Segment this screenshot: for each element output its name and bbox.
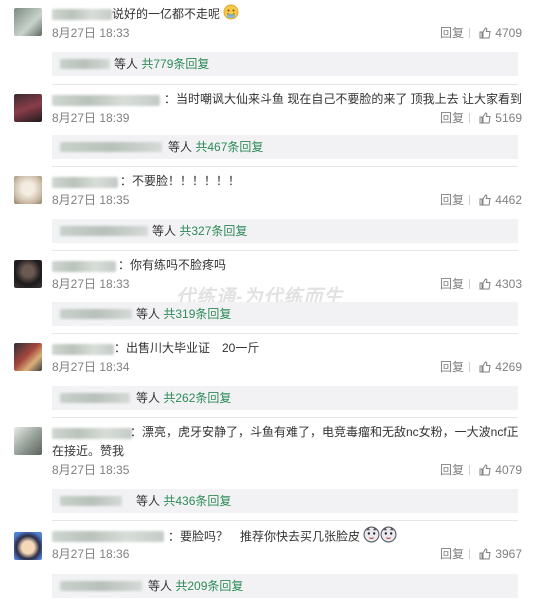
- like-button[interactable]: 4462: [479, 192, 522, 208]
- like-button[interactable]: 4709: [479, 25, 522, 41]
- separator: [469, 28, 470, 38]
- sub-reply-count[interactable]: 共209条回复: [175, 579, 243, 593]
- thumbs-up-icon: [479, 548, 491, 560]
- avatar[interactable]: [14, 260, 42, 288]
- like-count: 4462: [495, 193, 522, 207]
- like-button[interactable]: 3967: [479, 546, 522, 562]
- sub-replies-box[interactable]: 等人 共319条回复: [52, 302, 518, 326]
- comment-text: ：当时嘲讽大仙来斗鱼 现在自己不要脸的来了 顶我上去 让大家看到: [164, 92, 523, 106]
- comment-date: 8月27日 18:39: [52, 111, 130, 125]
- sub-reply-count[interactable]: 共319条回复: [163, 307, 231, 321]
- divider: [52, 250, 518, 251]
- like-button[interactable]: 5169: [479, 110, 522, 126]
- sub-replies-label: 等人 共319条回复: [136, 307, 232, 321]
- reply-button[interactable]: 回复: [440, 276, 464, 292]
- sub-replies-label: 等人 共436条回复: [136, 494, 232, 508]
- avatar[interactable]: [14, 343, 42, 371]
- comment-date: 8月27日 18:33: [52, 277, 130, 291]
- divider: [52, 333, 518, 334]
- avatar[interactable]: [14, 532, 42, 560]
- comment-meta: 8月27日 18:36 回复 3967: [52, 546, 522, 562]
- comment-date: 8月27日 18:33: [52, 26, 130, 40]
- comment-text: ：你有练吗不脸疼吗: [118, 258, 227, 272]
- sub-reply-users-blurred: [60, 581, 142, 591]
- avatar[interactable]: [14, 94, 42, 122]
- comment-meta: 8月27日 18:35 回复 4079: [52, 462, 522, 478]
- separator: [469, 362, 470, 372]
- divider: [52, 84, 518, 85]
- divider: [52, 520, 518, 521]
- sub-reply-users-blurred: [60, 393, 130, 403]
- separator: [469, 195, 470, 205]
- sub-reply-users-blurred: [60, 226, 148, 236]
- comment-date: 8月27日 18:35: [52, 463, 130, 477]
- sub-replies-label: 等人 共262条回复: [136, 391, 232, 405]
- comment-date: 8月27日 18:36: [52, 547, 130, 561]
- like-count: 4269: [495, 360, 522, 374]
- sub-reply-count[interactable]: 共436条回复: [163, 494, 231, 508]
- comment-text: ：漂亮，虎牙安静了，斗鱼有难了，电竞毒瘤和无敌nc女粉，一大波ncf正在接近。赞…: [52, 425, 519, 458]
- like-button[interactable]: 4303: [479, 276, 522, 292]
- sub-replies-label: 等人 共779条回复: [114, 57, 210, 71]
- separator: [469, 279, 470, 289]
- thumbs-up-icon: [479, 27, 491, 39]
- sub-reply-users-blurred: [60, 496, 122, 506]
- thumbs-up-icon: [479, 194, 491, 206]
- comment-meta: 8月27日 18:33 回复 4709: [52, 25, 522, 41]
- separator: [469, 113, 470, 123]
- like-count: 4079: [495, 463, 522, 477]
- like-button[interactable]: 4269: [479, 359, 522, 375]
- thumbs-up-icon: [479, 361, 491, 373]
- separator: [469, 549, 470, 559]
- sub-replies-box[interactable]: 等人 共467条回复: [52, 135, 518, 159]
- like-count: 4709: [495, 26, 522, 40]
- like-count: 5169: [495, 111, 522, 125]
- sub-reply-count[interactable]: 共262条回复: [163, 391, 231, 405]
- like-button[interactable]: 4079: [479, 462, 522, 478]
- sub-replies-box[interactable]: 等人 共436条回复: [52, 489, 518, 513]
- sub-replies-box[interactable]: 等人 共779条回复: [52, 52, 518, 76]
- sub-reply-count[interactable]: 共327条回复: [179, 224, 247, 238]
- sub-replies-label: 等人 共209条回复: [148, 579, 244, 593]
- sub-reply-count[interactable]: 共467条回复: [195, 140, 263, 154]
- sub-replies-box[interactable]: 等人 共262条回复: [52, 386, 518, 410]
- thumbs-up-icon: [479, 112, 491, 124]
- comment-date: 8月27日 18:35: [52, 193, 130, 207]
- divider: [52, 166, 518, 167]
- sub-reply-count[interactable]: 共779条回复: [141, 57, 209, 71]
- sub-replies-label: 等人 共327条回复: [152, 224, 248, 238]
- sub-replies-box[interactable]: 等人 共209条回复: [52, 574, 518, 598]
- reply-button[interactable]: 回复: [440, 110, 464, 126]
- separator: [469, 465, 470, 475]
- comment-meta: 8月27日 18:33 回复 4303: [52, 276, 522, 292]
- avatar[interactable]: [14, 176, 42, 204]
- reply-button[interactable]: 回复: [440, 192, 464, 208]
- comment-text: ：不要脸！！！！！！: [120, 174, 241, 188]
- sub-reply-users-blurred: [60, 142, 162, 152]
- reply-button[interactable]: 回复: [440, 25, 464, 41]
- comment-text: ：出售川大毕业证 20一斤: [114, 341, 260, 355]
- comment-meta: 8月27日 18:39 回复 5169: [52, 110, 522, 126]
- comment-meta: 8月27日 18:34 回复 4269: [52, 359, 522, 375]
- sub-replies-label: 等人 共467条回复: [168, 140, 264, 154]
- sub-reply-users-blurred: [60, 309, 132, 319]
- like-count: 3967: [495, 547, 522, 561]
- sub-replies-box[interactable]: 等人 共327条回复: [52, 219, 518, 243]
- divider: [52, 417, 518, 418]
- thumbs-up-icon: [479, 464, 491, 476]
- avatar[interactable]: [14, 427, 42, 455]
- reply-button[interactable]: 回复: [440, 462, 464, 478]
- avatar[interactable]: [14, 8, 42, 36]
- comment-text: 说好的一亿都不走呢: [52, 4, 522, 26]
- like-count: 4303: [495, 277, 522, 291]
- sub-reply-users-blurred: [60, 59, 110, 69]
- reply-button[interactable]: 回复: [440, 359, 464, 375]
- comment-date: 8月27日 18:34: [52, 360, 130, 374]
- reply-button[interactable]: 回复: [440, 546, 464, 562]
- thumbs-up-icon: [479, 278, 491, 290]
- smile-emoji-icon: [223, 4, 239, 26]
- comment-meta: 8月27日 18:35 回复 4462: [52, 192, 522, 208]
